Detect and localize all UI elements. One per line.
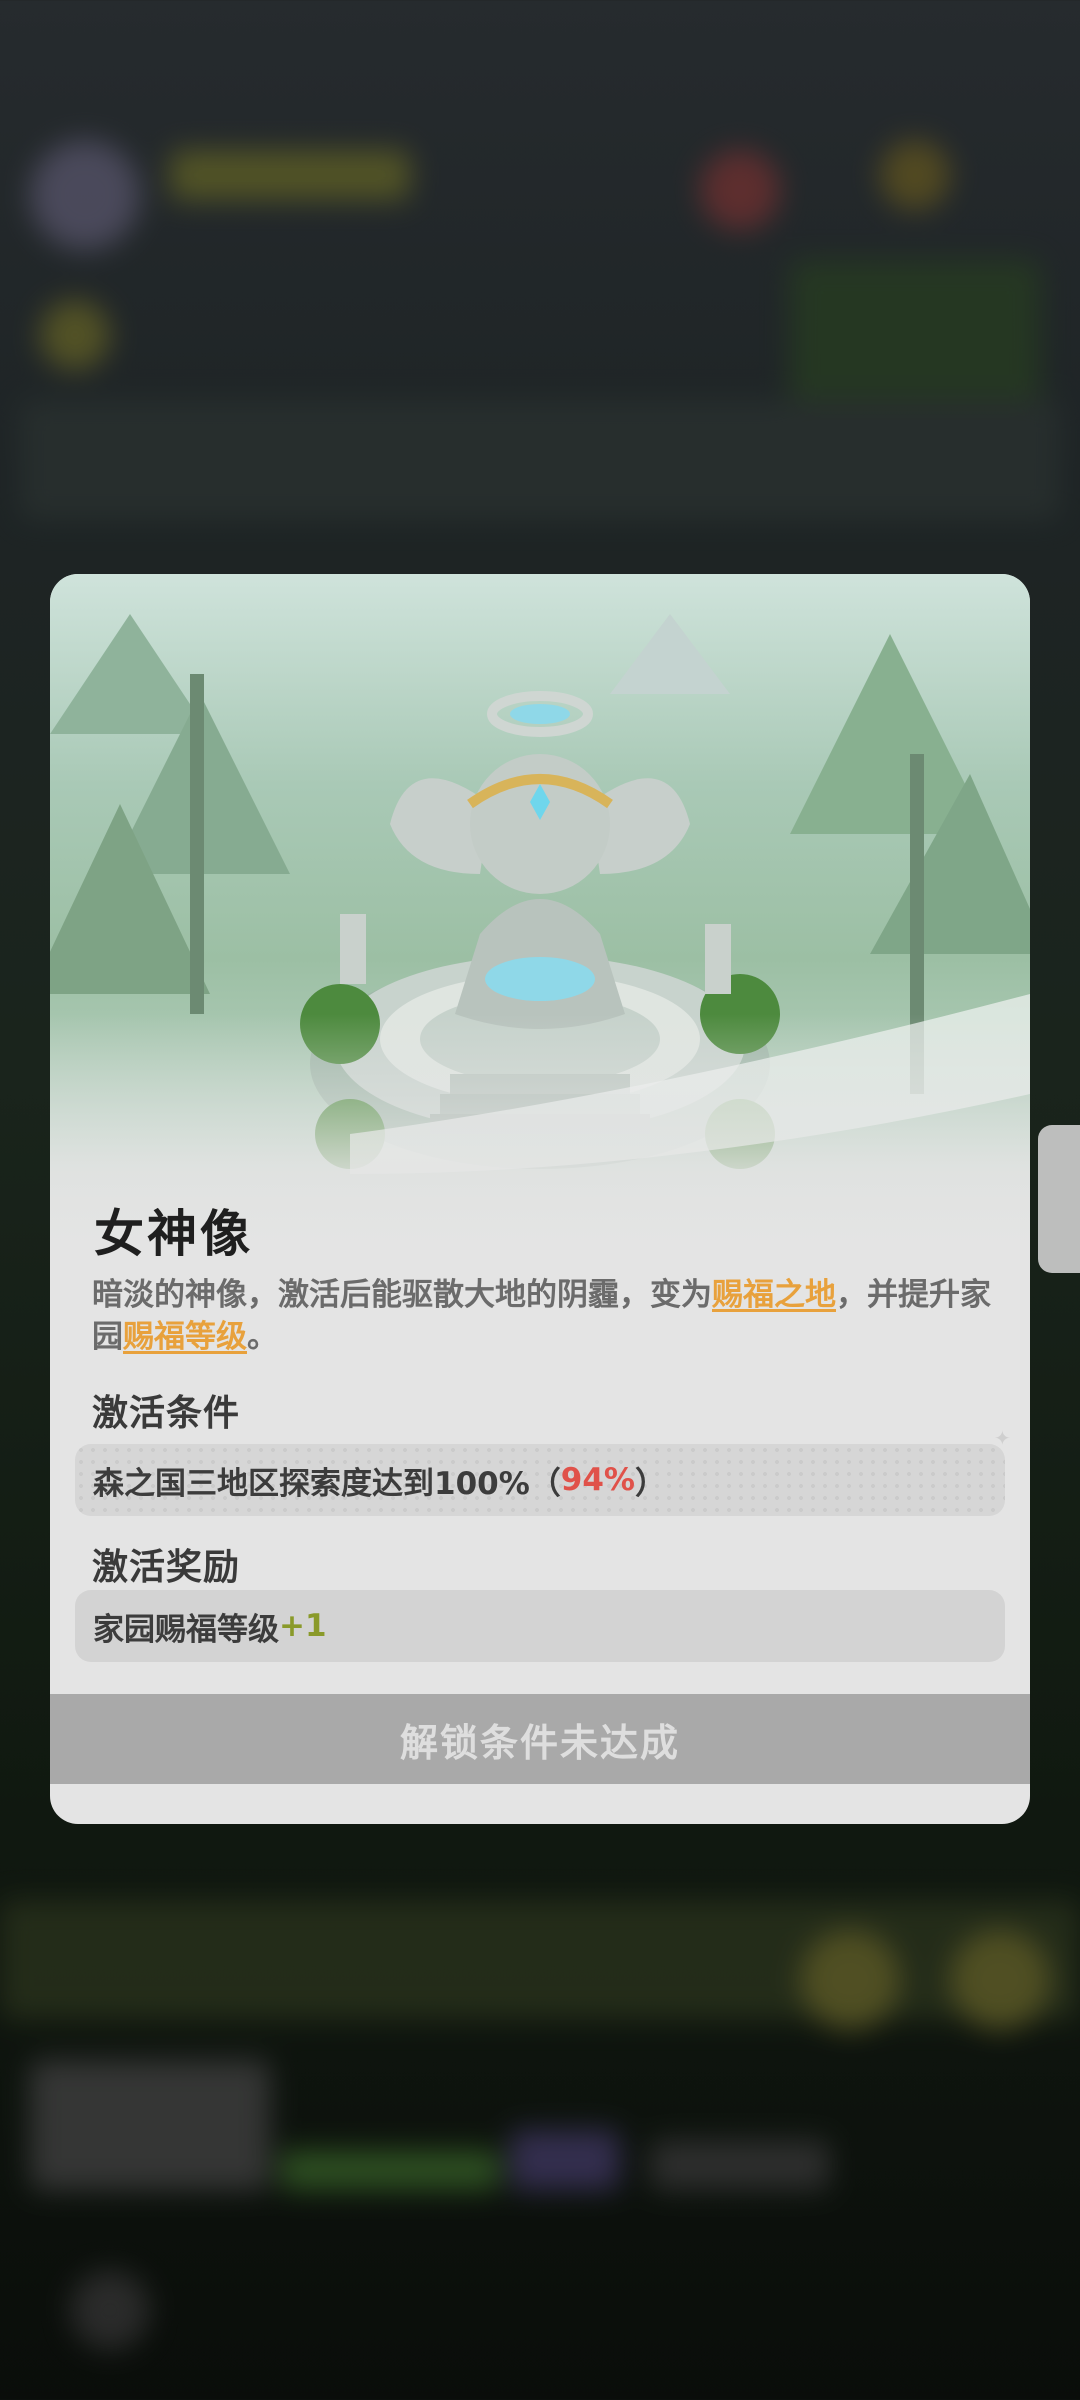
modal-title: 女神像 [94,1205,253,1263]
blessing-level-link[interactable]: 赐福等级 [123,1319,247,1355]
activation-condition-row: 森之国三地区探索度达到100%（ 94%） [75,1444,1005,1516]
reward-text: 家园赐福等级 [93,1611,279,1648]
condition-suffix: ） [634,1465,666,1502]
unlock-button-disabled[interactable]: 解锁条件未达成 [50,1694,1030,1784]
statue-info-modal: 女神像 暗淡的神像，激活后能驱散大地的阴霾，变为赐福之地，并提升家园赐福等级。 … [50,574,1030,1824]
exploration-progress: 94% [560,1462,635,1498]
description-text: 暗淡的神像，激活后能驱散大地的阴霾，变为 [92,1277,712,1313]
description-text: 。 [247,1319,278,1355]
condition-text: 森之国三地区探索度达到100%（ [93,1465,561,1502]
blessed-land-link[interactable]: 赐福之地 [712,1277,836,1313]
side-drawer-handle[interactable] [1038,1125,1080,1273]
statue-illustration [50,574,1030,1274]
activation-condition-heading: 激活条件 [92,1393,241,1434]
activation-reward-row: 家园赐福等级 +1 [75,1590,1005,1662]
activation-reward-heading: 激活奖励 [92,1547,241,1588]
reward-bonus: +1 [279,1608,327,1644]
statue-description: 暗淡的神像，激活后能驱散大地的阴霾，变为赐福之地，并提升家园赐福等级。 [92,1274,992,1358]
